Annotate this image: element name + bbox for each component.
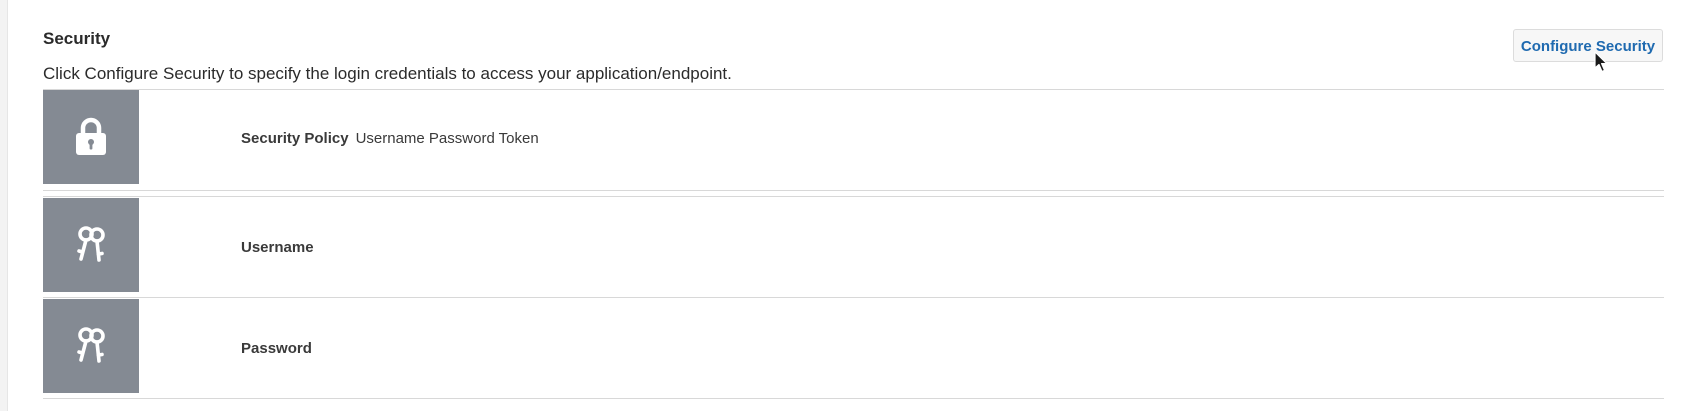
left-panel-edge <box>0 0 8 411</box>
username-text: Username <box>241 239 314 256</box>
security-section: Security Click Configure Security to spe… <box>43 0 1664 411</box>
username-row: Username <box>43 197 1664 297</box>
security-policy-text: Security Policy Username Password Token <box>241 130 539 147</box>
lock-icon <box>76 117 106 155</box>
password-row: Password <box>43 298 1664 398</box>
username-tile <box>43 198 139 292</box>
username-label: Username <box>241 239 314 256</box>
security-policy-value: Username Password Token <box>355 130 539 147</box>
mouse-pointer-icon <box>1594 51 1608 73</box>
section-description: Click Configure Security to specify the … <box>43 64 732 83</box>
security-policy-row: Security Policy Username Password Token <box>43 90 1664 190</box>
section-title: Security <box>43 29 111 48</box>
configure-security-button[interactable]: Configure Security <box>1513 29 1663 62</box>
security-policy-label: Security Policy <box>241 130 349 147</box>
keys-icon <box>77 226 105 262</box>
security-policy-tile <box>43 90 139 184</box>
divider <box>43 190 1664 191</box>
password-label: Password <box>241 340 312 357</box>
keys-icon <box>77 327 105 363</box>
divider <box>43 398 1664 399</box>
password-text: Password <box>241 340 312 357</box>
password-tile <box>43 299 139 393</box>
